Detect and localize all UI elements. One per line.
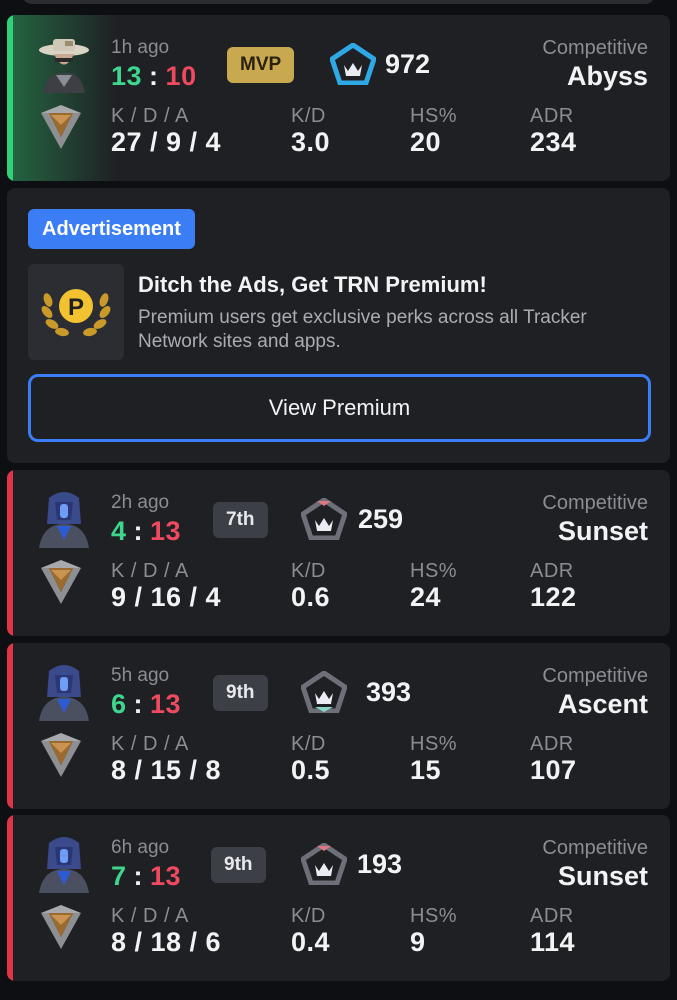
game-mode: Competitive bbox=[542, 492, 648, 514]
team-score: 7 bbox=[111, 861, 127, 891]
kda-value: 27 / 9 / 4 bbox=[111, 127, 222, 157]
game-mode: Competitive bbox=[542, 837, 648, 859]
hs-label: HS% bbox=[410, 733, 458, 755]
kd-value: 3.0 bbox=[291, 127, 331, 157]
adr-value: 107 bbox=[530, 755, 577, 785]
premium-logo-tile: P bbox=[28, 264, 124, 360]
score-separator: : bbox=[133, 516, 144, 546]
score-separator: : bbox=[149, 61, 159, 91]
mvp-badge: MVP bbox=[227, 47, 295, 83]
ad-description: Premium users get exclusive perks across… bbox=[138, 307, 587, 352]
advertisement-tag: Advertisement bbox=[28, 209, 195, 249]
bronze-rank-icon bbox=[41, 733, 81, 777]
round-score: 4:13 bbox=[111, 516, 181, 547]
map-name: Abyss bbox=[566, 61, 648, 91]
game-mode: Competitive bbox=[542, 37, 648, 59]
result-accent-bar bbox=[7, 815, 13, 981]
enemy-score: 13 bbox=[150, 861, 182, 891]
enemy-score: 10 bbox=[165, 61, 197, 91]
result-accent-bar bbox=[7, 643, 13, 809]
rank-rating-icon bbox=[330, 43, 376, 85]
time-ago: 5h ago bbox=[111, 665, 170, 686]
match-card[interactable]: 1h ago 13:10 MVP 972 Competitive Abyss K… bbox=[7, 15, 670, 181]
kda-value: 9 / 16 / 4 bbox=[111, 582, 222, 612]
round-score: 13:10 bbox=[111, 61, 197, 92]
game-mode: Competitive bbox=[542, 665, 648, 687]
match-card[interactable]: 2h ago 4:13 7th 259 Competitive Sunset K… bbox=[7, 470, 670, 636]
agent-portrait-icon bbox=[39, 665, 89, 721]
ad-title: Ditch the Ads, Get TRN Premium! bbox=[138, 272, 487, 297]
score-separator: : bbox=[133, 861, 144, 891]
placement-badge: 9th bbox=[213, 675, 268, 711]
round-score: 6:13 bbox=[111, 689, 181, 720]
hs-value: 24 bbox=[410, 582, 442, 612]
enemy-score: 13 bbox=[150, 516, 182, 546]
agent-portrait-icon bbox=[39, 837, 89, 893]
score-separator: : bbox=[133, 689, 144, 719]
kd-label: K/D bbox=[291, 105, 326, 127]
time-ago: 6h ago bbox=[111, 837, 170, 858]
kd-value: 0.4 bbox=[291, 927, 331, 957]
team-score: 4 bbox=[111, 516, 127, 546]
map-name: Sunset bbox=[557, 516, 648, 546]
map-name: Sunset bbox=[557, 861, 648, 891]
premium-laurel-icon: P bbox=[41, 289, 111, 337]
kda-label: K / D / A bbox=[111, 905, 189, 927]
adr-value: 122 bbox=[530, 582, 577, 612]
rank-rating-icon bbox=[301, 843, 347, 885]
rank-rating-value: 259 bbox=[358, 504, 404, 534]
rank-rating-icon bbox=[301, 498, 347, 540]
bronze-rank-icon bbox=[41, 105, 81, 149]
agent-portrait-icon bbox=[39, 492, 89, 548]
match-card[interactable]: 6h ago 7:13 9th 193 Competitive Sunset K… bbox=[7, 815, 670, 981]
time-ago: 2h ago bbox=[111, 492, 170, 513]
team-score: 13 bbox=[111, 61, 143, 91]
result-accent-bar bbox=[7, 470, 13, 636]
hs-label: HS% bbox=[410, 560, 458, 582]
adr-value: 114 bbox=[530, 927, 576, 957]
view-premium-button[interactable]: View Premium bbox=[28, 374, 651, 442]
kd-value: 0.6 bbox=[291, 582, 331, 612]
advertisement-card: Advertisement P Ditch the Ads, Get TRN P… bbox=[7, 188, 670, 463]
bronze-rank-icon bbox=[41, 560, 81, 604]
hs-value: 15 bbox=[410, 755, 442, 785]
agent-portrait-icon bbox=[39, 39, 89, 93]
adr-label: ADR bbox=[530, 733, 574, 755]
map-name: Ascent bbox=[557, 689, 648, 719]
previous-card-edge bbox=[22, 0, 655, 4]
placement-badge: 9th bbox=[211, 847, 266, 883]
kda-value: 8 / 15 / 8 bbox=[111, 755, 222, 785]
bronze-rank-icon bbox=[41, 905, 81, 949]
result-accent-bar bbox=[7, 15, 13, 181]
round-score: 7:13 bbox=[111, 861, 181, 892]
adr-value: 234 bbox=[530, 127, 577, 157]
kd-label: K/D bbox=[291, 733, 326, 755]
kda-label: K / D / A bbox=[111, 560, 189, 582]
hs-value: 20 bbox=[410, 127, 442, 157]
adr-label: ADR bbox=[530, 560, 574, 582]
adr-label: ADR bbox=[530, 905, 574, 927]
hs-label: HS% bbox=[410, 905, 458, 927]
adr-label: ADR bbox=[530, 105, 574, 127]
svg-text:P: P bbox=[68, 294, 84, 321]
kda-label: K / D / A bbox=[111, 105, 189, 127]
enemy-score: 13 bbox=[150, 689, 182, 719]
hs-value: 9 bbox=[410, 927, 426, 957]
hs-label: HS% bbox=[410, 105, 458, 127]
kd-label: K/D bbox=[291, 560, 326, 582]
time-ago: 1h ago bbox=[111, 37, 170, 58]
kd-value: 0.5 bbox=[291, 755, 331, 785]
kda-value: 8 / 18 / 6 bbox=[111, 927, 222, 957]
rank-rating-icon bbox=[301, 671, 347, 713]
rank-rating-value: 393 bbox=[366, 677, 412, 707]
rank-rating-value: 972 bbox=[385, 49, 431, 79]
kda-label: K / D / A bbox=[111, 733, 189, 755]
rank-rating-value: 193 bbox=[357, 849, 403, 879]
match-card[interactable]: 5h ago 6:13 9th 393 Competitive Ascent K… bbox=[7, 643, 670, 809]
kd-label: K/D bbox=[291, 905, 326, 927]
team-score: 6 bbox=[111, 689, 127, 719]
placement-badge: 7th bbox=[213, 502, 268, 538]
